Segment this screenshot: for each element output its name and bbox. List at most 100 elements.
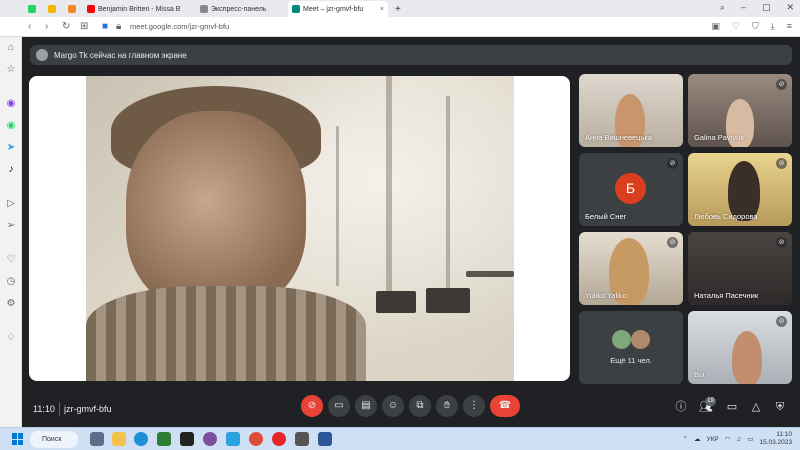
plaid-shirt — [86, 286, 366, 381]
close-icon[interactable]: × — [380, 6, 384, 13]
present-button[interactable]: ⧉ — [409, 395, 431, 417]
main-stage[interactable] — [29, 76, 570, 381]
task-view-icon[interactable] — [90, 432, 104, 446]
battery-icon[interactable]: ▭ — [747, 435, 753, 443]
maximize-icon[interactable]: ▢ — [762, 2, 771, 13]
more-participants-tile[interactable]: Ещё 11 чел. — [579, 311, 683, 384]
participant-tile[interactable]: ⊘ Наталья Пасечник — [688, 232, 792, 305]
participant-name: Yuliko Yaliko — [585, 291, 627, 300]
tab-youtube[interactable]: Benjamin Britten - Missa B — [83, 1, 193, 17]
telegram-icon[interactable]: ➤ — [5, 142, 17, 154]
tiktok-icon[interactable]: ♪ — [5, 164, 17, 176]
home-icon[interactable]: ⌂ — [5, 42, 17, 54]
speed-dial-icon[interactable]: ⊞ — [80, 21, 88, 32]
start-icon[interactable] — [12, 433, 24, 445]
menu-icon[interactable]: ≡ — [787, 21, 792, 32]
word-icon[interactable] — [318, 432, 332, 446]
settings-icon[interactable]: ⚙ — [5, 298, 17, 310]
language-indicator[interactable]: УКР — [706, 436, 718, 443]
chrome-icon[interactable] — [249, 432, 263, 446]
tab-store[interactable] — [44, 1, 60, 17]
speed-dial-icon — [200, 5, 208, 13]
mic-toggle-button[interactable]: ⊘ — [301, 395, 323, 417]
volume-icon[interactable]: ♫ — [736, 436, 741, 443]
mic-off-icon: ⊘ — [667, 158, 678, 169]
window-controls: ⌕ – ▢ ✕ — [720, 2, 794, 13]
system-tray: ⌃ ☁ УКР ◠ ♫ ▭ 11:10 15.03.2023 — [683, 431, 792, 447]
railing — [466, 271, 514, 277]
taskbar-search[interactable]: Поиск — [30, 431, 78, 448]
history-icon[interactable]: ◷ — [5, 276, 17, 288]
participant-tile[interactable]: ⊘ Yuliko Yaliko — [579, 232, 683, 305]
mic-off-icon: ⊘ — [776, 158, 787, 169]
meet-area: Margo Tk сейчас на главном экране Анна В… — [22, 37, 800, 427]
opera-icon[interactable] — [272, 432, 286, 446]
info-icon[interactable]: ⓘ — [674, 400, 688, 414]
captions-button[interactable]: ▤ — [355, 395, 377, 417]
reload-icon[interactable]: ↻ — [62, 21, 70, 32]
participant-figure — [732, 331, 762, 384]
app-s-icon[interactable] — [180, 432, 194, 446]
minimize-icon[interactable]: – — [741, 2, 746, 13]
download-icon[interactable]: ⤓ — [771, 21, 775, 32]
presenting-banner: Margo Tk сейчас на главном экране — [30, 45, 792, 65]
edge-icon[interactable] — [134, 432, 148, 446]
participant-avatar — [631, 330, 650, 349]
telegram-icon[interactable] — [226, 432, 240, 446]
lock-icon[interactable]: 🔒︎ — [116, 21, 121, 32]
camera-icon[interactable]: ▣ — [711, 21, 720, 32]
more-options-button[interactable]: ⋮ — [463, 395, 485, 417]
store-icon — [48, 5, 56, 13]
messenger-icon[interactable]: ◉ — [5, 98, 17, 110]
participant-name: Galina Pavlyuk — [694, 133, 745, 142]
tab-speed-dial[interactable]: Экспресс-панель — [196, 1, 286, 17]
wifi-icon[interactable]: ◠ — [725, 435, 731, 443]
emoji-button[interactable]: ☺ — [382, 395, 404, 417]
chat-icon[interactable]: ▭ — [725, 400, 739, 414]
tab-extra[interactable] — [64, 1, 80, 17]
heart-outline-icon[interactable]: ♡ — [732, 21, 740, 32]
close-window-icon[interactable]: ✕ — [786, 2, 794, 13]
taskbar-clock[interactable]: 11:10 15.03.2023 — [759, 431, 792, 447]
player-icon[interactable]: ▷ — [5, 198, 17, 210]
participant-tile[interactable]: Б ⊘ Белый Снег — [579, 153, 683, 226]
chevron-up-icon[interactable]: ⌃ — [683, 435, 688, 443]
bulb-icon[interactable]: ♢ — [5, 332, 17, 344]
search-tabs-icon[interactable]: ⌕ — [720, 2, 725, 13]
back-icon[interactable]: ‹ — [28, 21, 31, 32]
divider — [59, 402, 60, 416]
heart-icon[interactable]: ♡ — [5, 254, 17, 266]
participant-tile[interactable]: ⊘ Любовь Сидорова — [688, 153, 792, 226]
presenter-avatar — [36, 49, 48, 61]
file-explorer-icon[interactable] — [112, 432, 126, 446]
send-icon[interactable]: ➢ — [5, 220, 17, 232]
people-icon[interactable]: 👥︎ 19 — [699, 397, 716, 414]
participant-tile[interactable]: Анна Вишневецька — [579, 74, 683, 147]
participant-tile[interactable]: ⊘ Galina Pavlyuk — [688, 74, 792, 147]
shield-icon[interactable]: ⛉ — [752, 21, 759, 32]
star-icon[interactable]: ☆ — [5, 64, 17, 76]
camera-indicator-icon[interactable]: ■ — [102, 21, 108, 32]
portrait-face — [126, 111, 306, 311]
end-call-button[interactable]: ☎︎ — [490, 395, 520, 417]
excel-icon[interactable] — [157, 432, 171, 446]
camera-toggle-button[interactable]: ▭ — [328, 395, 350, 417]
settings-icon[interactable] — [295, 432, 309, 446]
self-view-tile[interactable]: ⊘ Вы — [688, 311, 792, 384]
youtube-icon — [87, 5, 95, 13]
mic-off-icon: ⊘ — [776, 316, 787, 327]
mic-off-icon: ⊘ — [667, 237, 678, 248]
raise-hand-button[interactable]: ✋︎ — [436, 395, 458, 417]
url-field[interactable]: meet.google.com/jzr-gmvf-bfu — [130, 22, 229, 31]
forward-icon[interactable]: › — [45, 21, 48, 32]
host-controls-icon[interactable]: ⛨ — [773, 400, 787, 414]
participant-avatar — [612, 330, 631, 349]
new-tab-button[interactable]: + — [391, 1, 405, 17]
tab-whatsapp[interactable] — [24, 1, 40, 17]
viber-icon[interactable] — [203, 432, 217, 446]
whatsapp-icon[interactable]: ◉ — [5, 120, 17, 132]
activities-icon[interactable]: △ — [749, 400, 763, 414]
cloud-icon[interactable]: ☁ — [694, 435, 701, 443]
meeting-code: jzr-gmvf-bfu — [64, 404, 112, 414]
tab-meet[interactable]: Meet – jzr-gmvf-bfu × — [288, 1, 388, 17]
